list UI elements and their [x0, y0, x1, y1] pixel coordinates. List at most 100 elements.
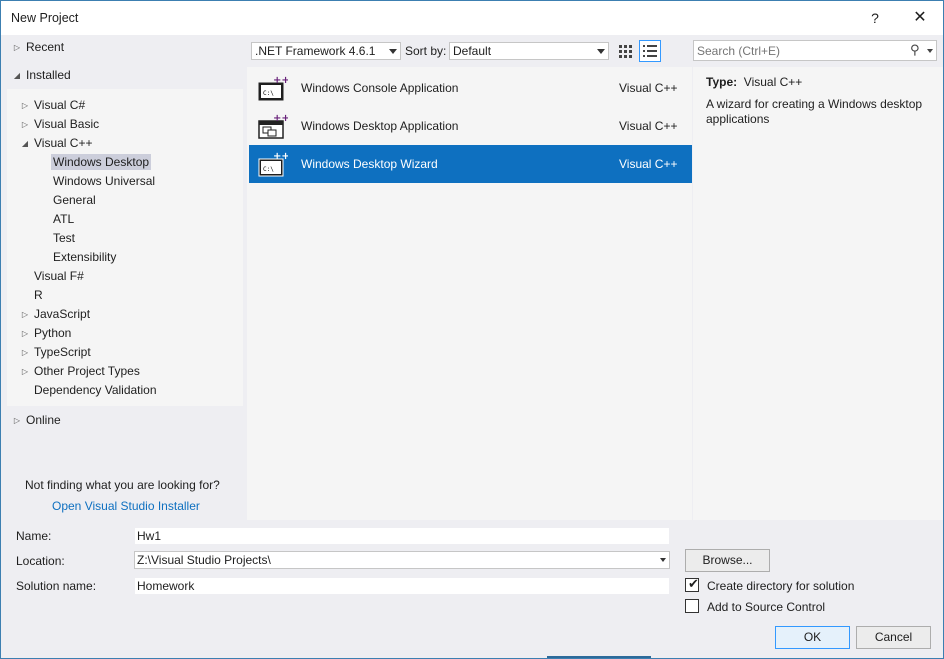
ok-button[interactable]: OK [775, 626, 850, 649]
tree-item[interactable]: ▷ Other Project Types [22, 362, 140, 381]
tree-item[interactable]: ▷ Visual Basic [22, 115, 100, 134]
collapse-arrow-icon[interactable]: ◢ [19, 134, 31, 153]
close-button[interactable]: ✕ [905, 6, 935, 30]
svg-text:C:\: C:\ [263, 166, 274, 173]
tree-item[interactable]: Test [53, 229, 75, 248]
window-accent-bottom [547, 656, 651, 658]
tree-item[interactable]: ▷ JavaScript [22, 305, 90, 324]
tree-item-label: Dependency Validation [34, 383, 157, 397]
tree-item[interactable]: R [34, 286, 43, 305]
tree-item[interactable]: ◢ Visual C++ [22, 134, 93, 153]
not-finding-text: Not finding what you are looking for? [25, 478, 220, 492]
tree-item-label: ATL [53, 212, 75, 226]
window-title: New Project [11, 11, 79, 25]
tree-item-label: Test [53, 231, 76, 245]
search-input[interactable] [697, 42, 897, 59]
nav-installed-label: Installed [26, 68, 71, 82]
nav-recent[interactable]: ▷ Recent [11, 38, 64, 57]
name-field-wrap [134, 527, 670, 545]
new-project-dialog: New Project ? ✕ ▷ Recent ◢ Installed ▷ Vi… [0, 0, 944, 659]
search-box[interactable]: ⚲ [693, 40, 937, 61]
tree-item-label: General [53, 193, 96, 207]
template-info-pane: Type: Visual C++ A wizard for creating a… [693, 67, 943, 520]
template-language: Visual C++ [619, 157, 678, 171]
template-row[interactable]: ++ Windows Desktop Application Visual C++ [249, 107, 692, 145]
template-name: Windows Desktop Wizard [301, 157, 438, 171]
template-name: Windows Desktop Application [301, 119, 459, 133]
create-directory-label[interactable]: Create directory for solution [707, 579, 854, 593]
template-type: Type: Visual C++ [706, 75, 802, 89]
expand-arrow-icon[interactable]: ▷ [19, 96, 31, 115]
tree-item-label: Visual F# [34, 269, 84, 283]
tree-item[interactable]: Windows Universal [53, 172, 155, 191]
template-name: Windows Console Application [301, 81, 459, 95]
grid-view-button[interactable] [614, 40, 636, 62]
list-view-button[interactable] [639, 40, 661, 62]
solution-name-input[interactable] [135, 578, 669, 594]
template-language: Visual C++ [619, 119, 678, 133]
tree-item[interactable]: ATL [53, 210, 74, 229]
name-label: Name: [16, 529, 52, 543]
title-bar: New Project ? ✕ [1, 1, 943, 35]
expand-arrow-icon[interactable]: ▷ [19, 343, 31, 362]
tree-item[interactable]: Windows Desktop [51, 153, 152, 172]
expand-arrow-icon[interactable]: ▷ [19, 324, 31, 343]
tree-item[interactable]: Visual F# [34, 267, 84, 286]
list-view-icon [643, 45, 657, 57]
nav-recent-label: Recent [26, 40, 65, 54]
source-control-label[interactable]: Add to Source Control [707, 600, 825, 614]
help-button[interactable]: ? [861, 7, 889, 29]
template-row[interactable]: C:\ ++ Windows Desktop Wizard Visual C++ [249, 145, 692, 183]
tree-item-label: Python [34, 326, 72, 340]
expand-arrow-icon: ▷ [13, 416, 21, 425]
left-navigation-pane: ▷ Recent ◢ Installed ▷ Visual C# ▷ Visual B… [1, 35, 247, 520]
grid-view-icon [619, 45, 632, 58]
open-installer-link[interactable]: Open Visual Studio Installer [52, 499, 200, 513]
solution-field-wrap [134, 577, 670, 595]
name-input[interactable] [135, 528, 669, 544]
expand-arrow-icon[interactable]: ▷ [19, 115, 31, 134]
checkmark-icon: ✔ [688, 576, 699, 591]
svg-text:++: ++ [273, 75, 288, 86]
tree-item[interactable]: General [53, 191, 96, 210]
template-row[interactable]: C:\ ++ Windows Console Application Visual C… [249, 69, 692, 107]
framework-dropdown[interactable]: .NET Framework 4.6.1 [251, 42, 401, 60]
tree-item-label: Windows Universal [53, 174, 156, 188]
tree-item[interactable]: ▷ TypeScript [22, 343, 91, 362]
installed-tree: ▷ Visual C# ▷ Visual Basic ◢ Visual C++ Window… [7, 89, 243, 406]
location-value: Z:\Visual Studio Projects\ [137, 553, 271, 567]
location-label: Location: [16, 554, 65, 568]
expand-arrow-icon[interactable]: ▷ [19, 305, 31, 324]
tree-item[interactable]: Extensibility [53, 248, 116, 267]
tree-item-label: TypeScript [34, 345, 91, 359]
chevron-down-icon [660, 558, 666, 562]
tree-item-label: Windows Desktop [51, 154, 152, 170]
svg-text:++: ++ [273, 113, 288, 124]
tree-item-label: Visual Basic [34, 117, 100, 131]
expand-arrow-icon[interactable]: ▷ [19, 362, 31, 381]
tree-item[interactable]: Dependency Validation [34, 381, 157, 400]
create-directory-checkbox[interactable]: ✔ [685, 576, 699, 592]
tree-item-label: R [34, 288, 43, 302]
nav-online[interactable]: ▷ Online [11, 411, 61, 430]
search-icon[interactable]: ⚲ [910, 42, 920, 58]
template-language: Visual C++ [619, 81, 678, 95]
browse-button[interactable]: Browse... [685, 549, 770, 572]
source-control-checkbox[interactable] [685, 599, 699, 613]
location-dropdown[interactable]: Z:\Visual Studio Projects\ [134, 551, 670, 569]
sort-by-label: Sort by: [405, 44, 447, 58]
framework-value: .NET Framework 4.6.1 [255, 44, 376, 58]
nav-installed[interactable]: ◢ Installed [11, 66, 71, 85]
console-app-icon: C:\ ++ [258, 75, 288, 101]
tree-item-label: Visual C# [34, 98, 86, 112]
type-value: Visual C++ [743, 75, 803, 89]
desktop-wizard-icon: C:\ ++ [258, 151, 288, 177]
collapse-arrow-icon: ◢ [13, 71, 21, 80]
tree-item[interactable]: ▷ Python [22, 324, 72, 343]
tree-item[interactable]: ▷ Visual C# [22, 96, 86, 115]
chevron-down-icon[interactable] [927, 49, 933, 53]
chevron-down-icon [597, 49, 605, 54]
sort-dropdown[interactable]: Default [449, 42, 609, 60]
expand-arrow-icon: ▷ [13, 43, 21, 52]
cancel-button[interactable]: Cancel [856, 626, 931, 649]
